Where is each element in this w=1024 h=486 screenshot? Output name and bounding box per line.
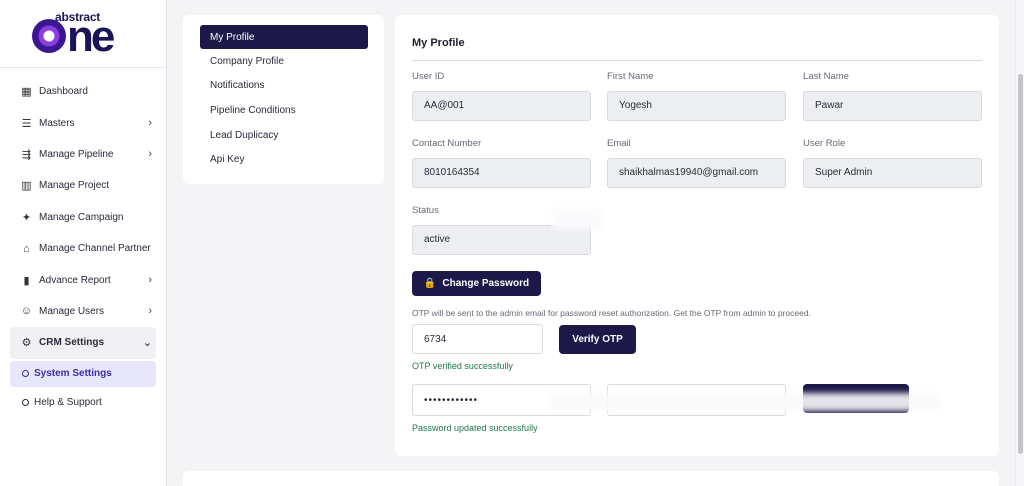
sidebar-item-label: Manage Channel Partner [39, 243, 151, 255]
sidebar: abstract ne ▦ Dashboard ☰ Masters › ⇶ Manage P… [0, 0, 167, 486]
bottom-card [183, 471, 999, 486]
partner-icon: ⌂ [23, 242, 30, 255]
otp-input[interactable]: 6734 [412, 324, 543, 354]
settings-menu-item-my-profile[interactable]: My Profile [200, 25, 368, 49]
bar-chart-icon: ▮ [23, 274, 30, 287]
settings-menu-item-lead-duplicacy[interactable]: Lead Duplicacy [200, 123, 368, 148]
profile-card: My Profile User ID AA@001 First Name Yog… [395, 15, 999, 456]
settings-menu-item-notifications[interactable]: Notifications [200, 74, 368, 99]
scrollbar[interactable] [1015, 0, 1024, 486]
sidebar-item-masters[interactable]: ☰ Masters › [0, 107, 166, 138]
contact-input[interactable]: 8010164354 [412, 158, 591, 188]
user-id-field: User ID AA@001 [412, 71, 591, 121]
sidebar-item-label: Masters [39, 117, 75, 129]
user-id-label: User ID [412, 71, 445, 82]
settings-menu-item-api-key[interactable]: Api Key [200, 147, 368, 172]
contact-field: Contact Number 8010164354 [412, 138, 591, 188]
pipeline-icon: ⇶ [21, 148, 32, 161]
sidebar-item-label: Manage Campaign [39, 211, 124, 223]
email-input[interactable]: shaikhalmas19940@gmail.com [607, 158, 786, 188]
building-icon: ▥ [21, 180, 32, 193]
last-name-label: Last Name [803, 71, 849, 82]
logo-text-rest: ne [67, 12, 115, 61]
lock-icon: 🔒 [423, 278, 437, 289]
sidebar-item-label: System Settings [34, 368, 112, 380]
sidebar-item-advance-report[interactable]: ▮ Advance Report › [0, 264, 166, 295]
scrollbar-thumb[interactable] [1018, 74, 1023, 454]
sidebar-item-manage-users[interactable]: ☺ Manage Users › [0, 296, 166, 327]
email-label: Email [607, 138, 631, 149]
chevron-down-icon: ⌄ [142, 337, 152, 350]
chevron-right-icon: › [148, 274, 152, 287]
circle-icon [22, 370, 29, 378]
last-name-input[interactable]: Pawar [803, 91, 982, 121]
list-icon: ☰ [21, 117, 32, 130]
last-name-field: Last Name Pawar [803, 71, 982, 121]
role-field: User Role Super Admin [803, 138, 982, 188]
sidebar-item-manage-project[interactable]: ▥ Manage Project [0, 170, 166, 201]
dashboard-icon: ▦ [21, 86, 32, 99]
sidebar-nav: ▦ Dashboard ☰ Masters › ⇶ Manage Pipeline › ▥ Man… [0, 68, 166, 327]
sidebar-item-manage-campaign[interactable]: ✦ Manage Campaign [0, 202, 166, 233]
settings-menu-item-pipeline-conditions[interactable]: Pipeline Conditions [200, 98, 368, 123]
otp-success-message: OTP verified successfully [412, 361, 513, 371]
page-title: My Profile [412, 37, 982, 61]
first-name-label: First Name [607, 71, 654, 82]
chevron-right-icon: › [148, 148, 152, 161]
gear-icon: ⚙ [21, 337, 32, 350]
sidebar-item-label: Manage Users [39, 305, 105, 317]
password-success-message: Password updated successfully [412, 423, 538, 433]
sidebar-item-manage-pipeline[interactable]: ⇶ Manage Pipeline › [0, 139, 166, 170]
settings-menu-item-company-profile[interactable]: Company Profile [200, 49, 368, 74]
role-input[interactable]: Super Admin [803, 158, 982, 188]
sidebar-item-label: Manage Project [39, 180, 110, 192]
sidebar-item-label: CRM Settings [39, 337, 104, 349]
sidebar-item-label: Advance Report [39, 274, 111, 286]
user-id-input[interactable]: AA@001 [412, 91, 591, 121]
sidebar-item-label: Manage Pipeline [39, 148, 114, 160]
role-label: User Role [803, 138, 846, 149]
redaction-blur [552, 208, 602, 230]
settings-menu: My Profile Company Profile Notifications Pi… [183, 15, 384, 184]
change-password-button[interactable]: 🔒 Change Password [412, 271, 541, 296]
sidebar-item-help-support[interactable]: Help & Support [0, 388, 166, 418]
circle-icon [22, 399, 29, 407]
sidebar-item-label: Dashboard [39, 86, 88, 98]
sidebar-item-crm-settings[interactable]: ⚙ CRM Settings ⌄ [10, 327, 156, 359]
logo-star-icon [32, 19, 66, 53]
first-name-input[interactable]: Yogesh [607, 91, 786, 121]
otp-note: OTP will be sent to the admin email for … [412, 308, 811, 318]
megaphone-icon: ✦ [21, 211, 32, 224]
redaction-blur [550, 393, 940, 411]
brand-logo[interactable]: abstract ne [0, 0, 166, 68]
contact-label: Contact Number [412, 138, 482, 149]
verify-otp-button[interactable]: Verify OTP [559, 325, 636, 354]
first-name-field: First Name Yogesh [607, 71, 786, 121]
email-field: Email shaikhalmas19940@gmail.com [607, 138, 786, 188]
sidebar-item-label: Help & Support [34, 397, 102, 409]
sidebar-item-manage-channel-partner[interactable]: ⌂ Manage Channel Partner [0, 233, 166, 264]
change-password-label: Change Password [442, 278, 530, 289]
chevron-right-icon: › [148, 305, 152, 318]
sidebar-item-system-settings[interactable]: System Settings [10, 360, 156, 387]
users-icon: ☺ [20, 305, 33, 318]
chevron-right-icon: › [148, 117, 152, 130]
logo-text-bottom: ne [32, 12, 115, 61]
sidebar-item-dashboard[interactable]: ▦ Dashboard [0, 76, 166, 107]
